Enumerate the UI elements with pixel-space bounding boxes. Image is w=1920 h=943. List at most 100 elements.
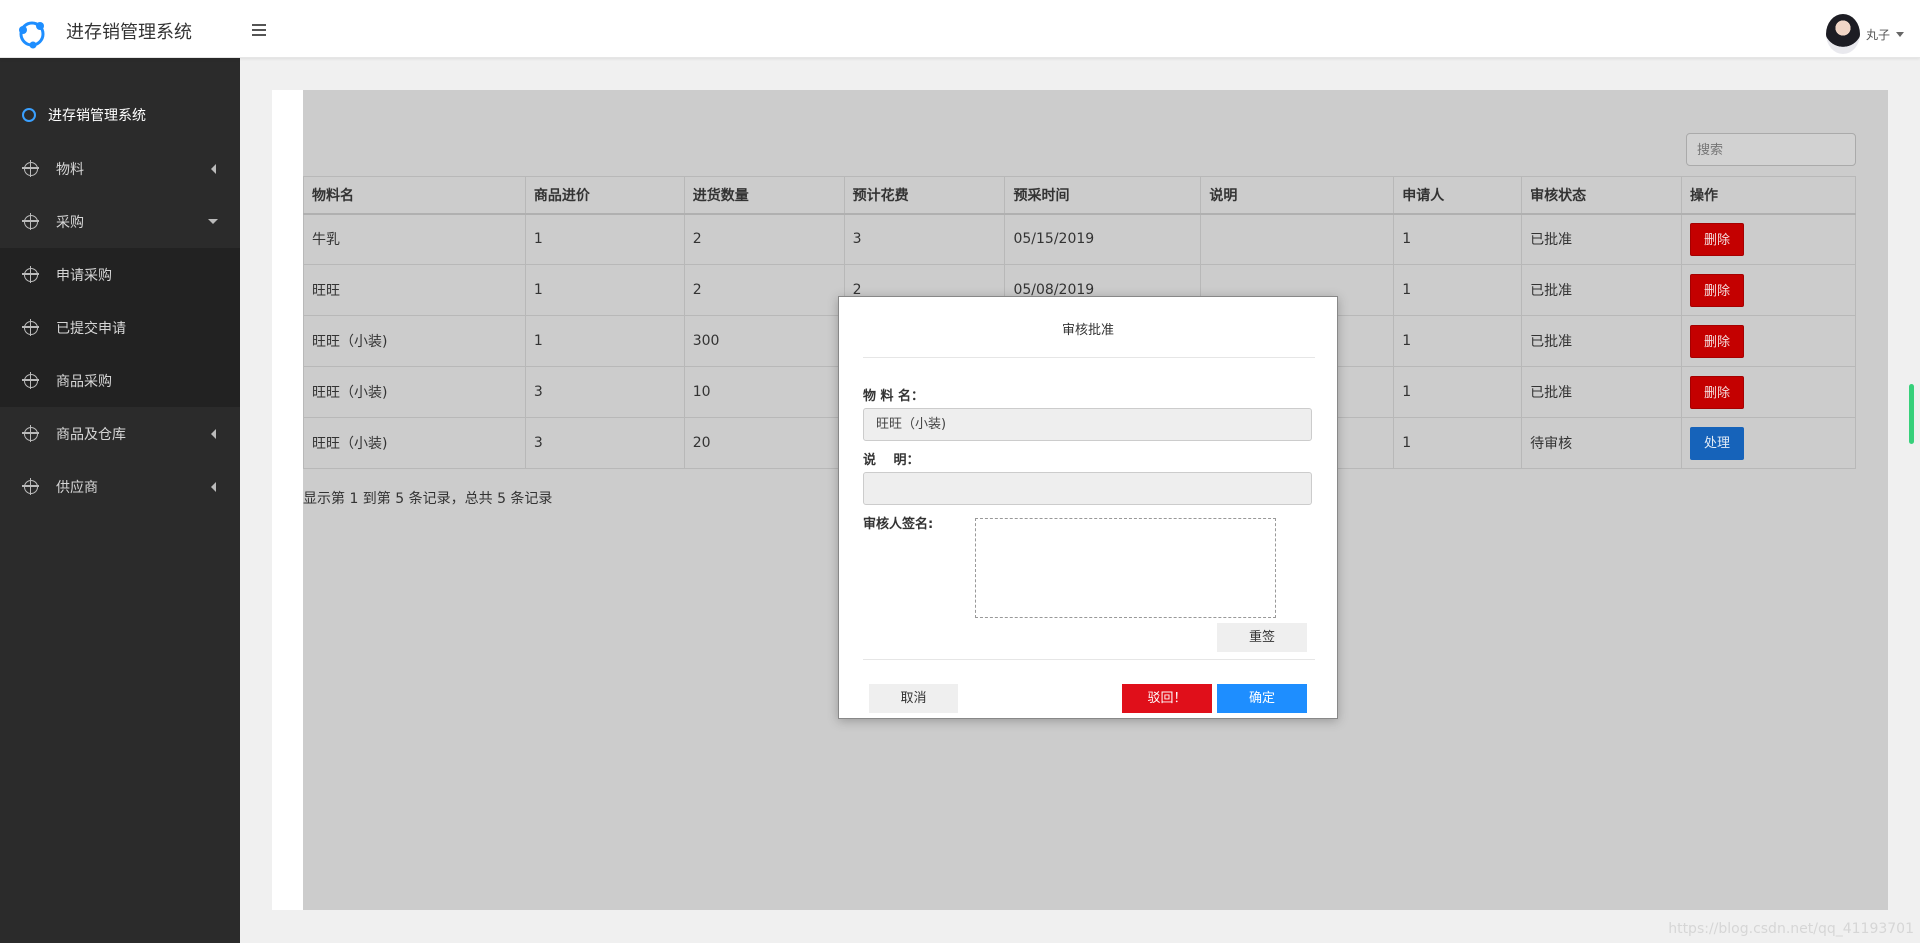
cell-applicant: 1 <box>1393 213 1523 265</box>
note-label: 说 明： <box>863 453 920 468</box>
cell-status: 已批准 <box>1521 213 1683 265</box>
delete-button[interactable]: 删除 <box>1690 222 1745 256</box>
material-name-field[interactable]: 旺旺（小装) <box>863 408 1312 441</box>
sidebar-header-label: 进存销管理系统 <box>48 108 146 124</box>
cell-cost: 3 <box>843 213 1006 265</box>
sidebar-item-label: 已提交申请 <box>56 320 126 337</box>
cell-note <box>1200 213 1395 265</box>
cell-qty: 20 <box>683 417 845 469</box>
cell-applicant: 1 <box>1393 417 1523 469</box>
table-header-row: 物料名 商品进价 进货数量 预计花费 预采时间 说明 申请人 审核状态 操作 <box>303 176 1856 215</box>
sidebar-item-label: 商品及仓库 <box>56 426 126 443</box>
sidebar-item-label: 商品采购 <box>56 373 112 390</box>
sidebar-item-goods-warehouse[interactable]: 商品及仓库 <box>0 407 240 460</box>
cell-applicant: 1 <box>1393 366 1523 418</box>
crosshair-icon <box>22 371 39 389</box>
cell-status: 已批准 <box>1521 315 1683 367</box>
sidebar-item-label: 供应商 <box>56 479 98 496</box>
confirm-button[interactable]: 确定 <box>1217 684 1307 713</box>
crosshair-icon <box>22 265 39 283</box>
chevron-down-icon <box>1896 31 1904 37</box>
col-header[interactable]: 申请人 <box>1393 176 1523 215</box>
dialog-title: 审核批准 <box>1061 323 1114 338</box>
top-header: 进存销管理系统 丸子 <box>0 0 1920 58</box>
cell-qty: 300 <box>683 315 845 367</box>
cell-name: 旺旺（小装) <box>303 315 526 367</box>
col-header[interactable]: 说明 <box>1200 176 1395 215</box>
sidebar-item-label: 采购 <box>56 214 84 231</box>
cell-price: 1 <box>524 315 685 367</box>
crosshair-icon <box>22 212 39 230</box>
menu-toggle-icon[interactable] <box>252 24 266 36</box>
signature-pad[interactable] <box>975 518 1276 618</box>
cell-price: 3 <box>524 417 685 469</box>
watermark: https://blog.csdn.net/qq_41193701 <box>1668 921 1914 937</box>
user-menu[interactable]: 丸子 <box>1825 14 1904 54</box>
sidebar-item-suppliers[interactable]: 供应商 <box>0 460 240 513</box>
scrollbar-thumb[interactable] <box>1909 384 1914 444</box>
cell-status: 待审核 <box>1521 417 1683 469</box>
chevron-left-icon <box>211 163 216 174</box>
cell-qty: 2 <box>683 264 845 316</box>
cell-action: 删除 <box>1681 315 1856 367</box>
cell-name: 旺旺 <box>303 264 526 316</box>
cell-applicant: 1 <box>1393 315 1523 367</box>
signature-label: 审核人签名: <box>863 517 934 532</box>
sidebar-item-submitted[interactable]: 已提交申请 <box>0 301 240 354</box>
cell-applicant: 1 <box>1393 264 1523 316</box>
crosshair-icon <box>22 477 39 495</box>
sidebar: 进存销管理系统 物料 采购 申请采购 已提交申请 商品采购 商品及仓库 供应商 <box>0 58 240 943</box>
cell-action: 处理 <box>1681 417 1856 469</box>
search-input[interactable] <box>1686 133 1856 166</box>
cell-price: 3 <box>524 366 685 418</box>
approval-dialog: 审核批准 物 料 名： 旺旺（小装) 说 明： 审核人签名: 重签 取消 驳回！… <box>838 296 1338 719</box>
sidebar-item-purchasing[interactable]: 采购 <box>0 195 240 248</box>
cell-action: 删除 <box>1681 366 1856 418</box>
crosshair-icon <box>22 424 39 442</box>
cell-name: 牛乳 <box>303 213 526 265</box>
cell-name: 旺旺（小装) <box>303 366 526 418</box>
cell-price: 1 <box>524 213 685 265</box>
col-header[interactable]: 进货数量 <box>683 176 845 215</box>
col-header[interactable]: 预计花费 <box>843 176 1006 215</box>
delete-button[interactable]: 删除 <box>1690 273 1745 307</box>
crosshair-icon <box>22 159 39 177</box>
cell-qty: 10 <box>683 366 845 418</box>
col-header[interactable]: 审核状态 <box>1521 176 1683 215</box>
pagination-info: 显示第 1 到第 5 条记录，总共 5 条记录 <box>303 491 553 507</box>
divider <box>863 357 1315 358</box>
reject-button[interactable]: 驳回！ <box>1122 684 1212 713</box>
chevron-left-icon <box>211 481 216 492</box>
process-button[interactable]: 处理 <box>1690 426 1745 460</box>
material-name-label: 物 料 名： <box>863 389 925 404</box>
col-header: 操作 <box>1681 176 1856 215</box>
col-header[interactable]: 预采时间 <box>1004 176 1202 215</box>
delete-button[interactable]: 删除 <box>1690 375 1745 409</box>
col-header[interactable]: 物料名 <box>303 176 526 215</box>
cell-action: 删除 <box>1681 264 1856 316</box>
sidebar-item-materials[interactable]: 物料 <box>0 142 240 195</box>
sidebar-item-dashboard[interactable]: 进存销管理系统 <box>0 88 240 142</box>
divider <box>863 659 1315 660</box>
cell-action: 删除 <box>1681 213 1856 265</box>
sidebar-item-label: 申请采购 <box>56 267 112 284</box>
cell-status: 已批准 <box>1521 264 1683 316</box>
sidebar-item-goods-purchase[interactable]: 商品采购 <box>0 354 240 407</box>
username: 丸子 <box>1865 27 1890 42</box>
sidebar-item-apply-purchase[interactable]: 申请采购 <box>0 248 240 301</box>
cell-status: 已批准 <box>1521 366 1683 418</box>
cell-qty: 2 <box>683 213 845 265</box>
app-title: 进存销管理系统 <box>66 22 192 43</box>
note-field[interactable] <box>863 472 1312 505</box>
col-header[interactable]: 商品进价 <box>524 176 685 215</box>
delete-button[interactable]: 删除 <box>1690 324 1745 358</box>
cell-price: 1 <box>524 264 685 316</box>
table-row: 牛乳 1 2 3 05/15/2019 1 已批准 删除 <box>303 213 1856 265</box>
sidebar-item-label: 物料 <box>56 161 84 178</box>
cell-date: 05/15/2019 <box>1004 213 1202 265</box>
avatar <box>1825 14 1860 54</box>
chevron-down-icon <box>208 219 218 224</box>
re-sign-button[interactable]: 重签 <box>1217 623 1307 652</box>
crosshair-icon <box>22 318 39 336</box>
cancel-button[interactable]: 取消 <box>869 684 958 713</box>
